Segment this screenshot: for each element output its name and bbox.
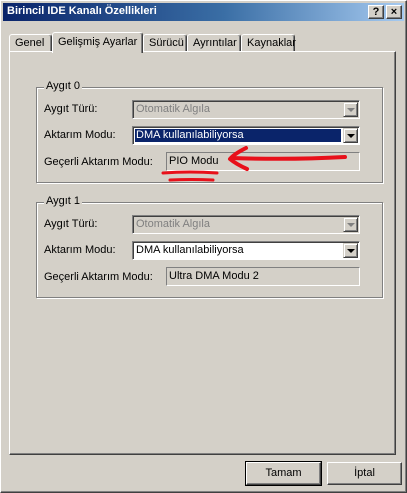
device0-type-value: Otomatik Algıla [136,103,210,115]
device1-type-select[interactable]: Otomatik Algıla [132,215,360,234]
device1-type-label: Aygıt Türü: [44,218,98,230]
device1-mode-label: Aktarım Modu: [44,244,116,256]
chevron-down-icon[interactable] [343,102,358,117]
properties-dialog: Birincil IDE Kanalı Özellikleri ? × Gene… [0,0,407,493]
title-bar: Birincil IDE Kanalı Özellikleri ? × [3,3,404,21]
device0-type-select[interactable]: Otomatik Algıla [132,100,360,119]
device0-group: Aygıt 0 Aygıt Türü: Otomatik Algıla Akta… [36,80,383,183]
device1-mode-select[interactable]: DMA kullanılabiliyorsa [132,241,360,260]
device1-legend: Aygıt 1 [44,195,83,207]
device0-mode-value: DMA kullanılabiliyorsa [135,129,341,142]
device1-group: Aygıt 1 Aygıt Türü: Otomatik Algıla Akta… [36,195,383,298]
tab-general[interactable]: Genel [9,34,52,51]
cancel-button[interactable]: İptal [327,462,402,485]
close-button[interactable]: × [386,5,402,19]
chevron-down-icon[interactable] [343,217,358,232]
device1-mode-value: DMA kullanılabiliyorsa [136,244,244,256]
device0-type-label: Aygıt Türü: [44,103,98,115]
device1-type-value: Otomatik Algıla [136,218,210,230]
chevron-down-icon[interactable] [343,128,358,143]
device1-current-mode-field: Ultra DMA Modu 2 [166,267,360,286]
device0-mode-select[interactable]: DMA kullanılabiliyorsa [132,126,360,145]
device1-current-label: Geçerli Aktarım Modu: [44,271,153,283]
help-button[interactable]: ? [368,5,384,19]
tab-driver[interactable]: Sürücü [143,34,187,51]
device0-mode-label: Aktarım Modu: [44,129,116,141]
device0-current-value: PIO Modu [169,155,219,167]
tab-advanced-settings[interactable]: Gelişmiş Ayarlar [52,32,143,53]
tab-panel-advanced: Aygıt 0 Aygıt Türü: Otomatik Algıla Akta… [9,51,396,455]
window-title: Birincil IDE Kanalı Özellikleri [7,5,157,17]
device0-current-label: Geçerli Aktarım Modu: [44,156,153,168]
tab-resources[interactable]: Kaynaklar [241,34,296,51]
chevron-down-icon[interactable] [343,243,358,258]
ok-button[interactable]: Tamam [245,461,322,486]
tab-details[interactable]: Ayrıntılar [187,34,241,51]
device0-current-mode-field: PIO Modu [166,152,360,171]
device0-legend: Aygıt 0 [44,80,83,92]
device1-current-value: Ultra DMA Modu 2 [169,270,259,282]
